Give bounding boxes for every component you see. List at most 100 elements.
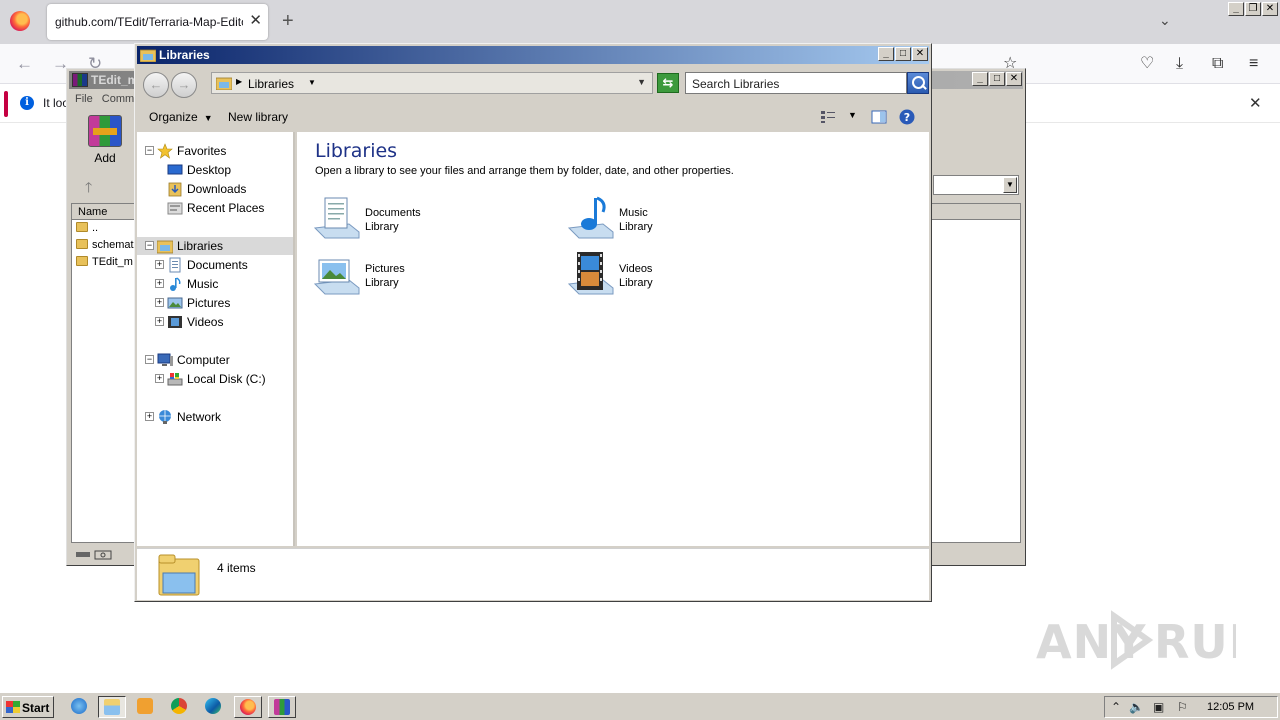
forward-button[interactable]: → <box>171 72 197 98</box>
libraries-minimize-button[interactable]: _ <box>878 47 894 61</box>
libraries-close-button[interactable]: ✕ <box>912 47 928 61</box>
close-button[interactable]: ✕ <box>1262 2 1278 16</box>
details-pane: 4 items <box>137 548 929 600</box>
winrar-add-button[interactable]: Add <box>75 113 135 169</box>
search-input[interactable]: Search Libraries <box>685 72 907 94</box>
up-arrow-icon[interactable]: 🡑 <box>85 177 92 201</box>
volume-icon[interactable]: 🔈 <box>1129 700 1144 714</box>
search-icon[interactable] <box>907 72 929 94</box>
tree-item-videos[interactable]: + Videos <box>137 313 293 331</box>
chevron-down-icon[interactable]: ▼ <box>1003 177 1017 193</box>
list-all-tabs-icon[interactable]: ⌄ <box>1159 12 1171 29</box>
view-options-chevron-icon[interactable]: ▼ <box>848 110 857 120</box>
list-item[interactable]: .. <box>76 222 98 239</box>
preview-pane-icon[interactable] <box>871 110 887 124</box>
breadcrumb-chevron-icon[interactable]: ▼ <box>308 78 316 87</box>
tree-item-libraries[interactable]: − Libraries <box>137 237 293 255</box>
new-tab-button[interactable]: + <box>282 10 294 32</box>
help-icon[interactable]: ? <box>899 109 915 125</box>
tree-item-local-disk[interactable]: + Local Disk (C:) <box>137 370 293 388</box>
tree-item-downloads[interactable]: Downloads <box>137 180 293 198</box>
svg-text:?: ? <box>904 111 910 124</box>
back-button[interactable]: ← <box>143 72 169 98</box>
organize-button[interactable]: Organize ▼ <box>149 110 213 124</box>
folder-icon <box>76 222 88 232</box>
libraries-large-icon <box>158 554 200 596</box>
list-item[interactable]: TEdit_m <box>76 256 133 273</box>
internet-explorer-icon <box>71 698 87 714</box>
firefox-icon <box>10 11 30 31</box>
tree-item-desktop[interactable]: Desktop <box>137 161 293 179</box>
menu-hamburger-icon[interactable]: ≡ <box>1249 54 1258 74</box>
taskbar-chrome-button[interactable] <box>166 696 194 718</box>
library-name: Pictures Library <box>365 263 405 289</box>
library-item-pictures[interactable]: Pictures Library <box>313 250 513 300</box>
tree-item-documents[interactable]: + Documents <box>137 256 293 274</box>
videos-library-icon <box>567 252 614 295</box>
extensions-icon[interactable]: ⧉ <box>1212 54 1223 74</box>
libraries-address-icon <box>216 77 232 90</box>
winrar-maximize-button[interactable]: □ <box>989 72 1005 86</box>
libraries-window: Libraries _ □ ✕ ← → ▶ Libraries ▼ ▼ ⇆ Se… <box>134 43 932 602</box>
expand-icon[interactable]: + <box>155 298 164 307</box>
minimize-button[interactable]: _ <box>1228 2 1244 16</box>
back-arrow-icon[interactable]: ← <box>16 54 33 74</box>
show-hidden-icons-icon[interactable]: ⌃ <box>1111 700 1121 714</box>
taskbar-media-player-button[interactable] <box>132 696 160 718</box>
taskbar-edge-button[interactable] <box>200 696 228 718</box>
winrar-minimize-button[interactable]: _ <box>972 72 988 86</box>
expand-icon[interactable]: + <box>155 374 164 383</box>
tree-item-network[interactable]: + Network <box>137 408 293 426</box>
winrar-title: TEdit_m <box>91 73 139 87</box>
restore-button[interactable]: ❐ <box>1245 2 1261 16</box>
action-center-flag-icon[interactable]: ⚐ <box>1177 700 1188 714</box>
downloads-icon[interactable]: ⤓ <box>1176 54 1183 74</box>
libraries-title-bar[interactable]: Libraries _ □ ✕ <box>137 46 929 64</box>
tree-item-music[interactable]: + Music <box>137 275 293 293</box>
start-button[interactable]: Start <box>2 696 54 718</box>
column-header-name[interactable]: Name <box>78 206 107 218</box>
collapse-icon[interactable]: − <box>145 146 154 155</box>
browser-tab[interactable]: github.com/TEdit/Terraria-Map-Editor/r ✕ <box>47 4 268 40</box>
tab-close-icon[interactable]: ✕ <box>249 12 262 30</box>
breadcrumb-arrow-icon[interactable]: ▶ <box>236 77 242 86</box>
winrar-taskbar-icon <box>274 699 290 715</box>
collapse-icon[interactable]: − <box>145 241 154 250</box>
pocket-icon[interactable]: ♡ <box>1140 54 1154 74</box>
svg-text:ANY: ANY <box>1036 615 1146 669</box>
recent-places-icon <box>167 202 183 215</box>
library-item-documents[interactable]: Documents Library <box>313 194 513 244</box>
tree-item-computer[interactable]: − Computer <box>137 351 293 369</box>
taskbar-firefox-button[interactable] <box>234 696 262 718</box>
media-player-icon <box>137 698 153 714</box>
winrar-path-combo[interactable]: ▼ <box>933 175 1019 195</box>
address-history-dropdown[interactable]: ▼ <box>637 77 646 87</box>
expand-icon[interactable]: + <box>145 412 154 421</box>
tree-item-recent-places[interactable]: Recent Places <box>137 199 293 217</box>
taskbar-winrar-button[interactable] <box>268 696 296 718</box>
libraries-maximize-button[interactable]: □ <box>895 47 911 61</box>
winrar-close-button[interactable]: ✕ <box>1006 72 1022 86</box>
taskbar-explorer-button[interactable] <box>98 696 126 718</box>
explorer-nav-bar: ← → ▶ Libraries ▼ ▼ ⇆ Search Libraries <box>137 66 929 100</box>
library-item-music[interactable]: Music Library <box>567 194 767 244</box>
winrar-menu-bar[interactable]: File Comm <box>75 93 134 105</box>
address-bar[interactable]: ▶ Libraries ▼ ▼ <box>211 72 653 94</box>
new-library-button[interactable]: New library <box>228 110 288 124</box>
change-view-icon[interactable] <box>820 110 836 124</box>
notice-close-icon[interactable]: ✕ <box>1249 94 1262 112</box>
expand-icon[interactable]: + <box>155 317 164 326</box>
collapse-icon[interactable]: − <box>145 355 154 364</box>
library-item-videos[interactable]: Videos Library <box>567 250 767 300</box>
tree-item-favorites[interactable]: − Favorites <box>137 142 293 160</box>
videos-icon <box>168 316 182 328</box>
taskbar-ie-button[interactable] <box>66 696 94 718</box>
refresh-button[interactable]: ⇆ <box>657 73 679 93</box>
network-tray-icon[interactable]: ▣ <box>1153 700 1164 714</box>
local-disk-icon <box>167 373 183 386</box>
expand-icon[interactable]: + <box>155 260 164 269</box>
expand-icon[interactable]: + <box>155 279 164 288</box>
tree-item-pictures[interactable]: + Pictures <box>137 294 293 312</box>
list-item[interactable]: schemat <box>76 239 134 256</box>
clock[interactable]: 12:05 PM <box>1207 701 1254 713</box>
